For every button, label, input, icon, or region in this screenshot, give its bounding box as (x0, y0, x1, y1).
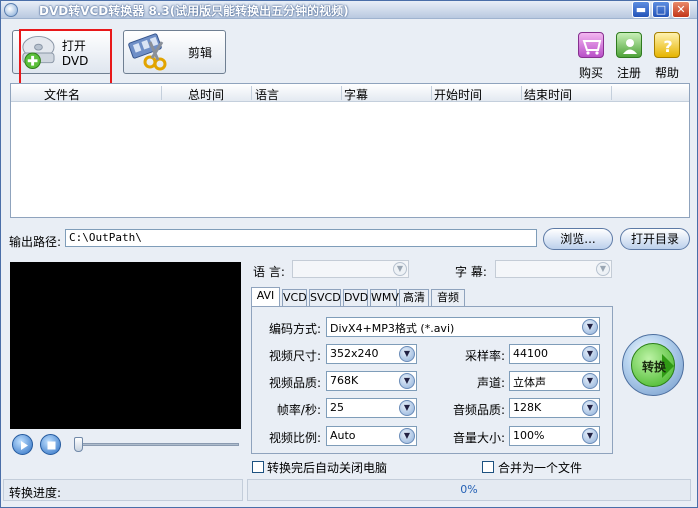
channel-label: 声道: (476, 376, 505, 390)
video-size-value: 352x240 (330, 347, 379, 360)
encoding-label: 编码方式: (268, 322, 321, 336)
chevron-down-icon: ▼ (399, 400, 415, 416)
aspect-ratio-select[interactable]: Auto ▼ (326, 426, 417, 446)
convert-arrow-icon: 转换 (631, 343, 675, 387)
seek-slider-thumb[interactable] (74, 437, 83, 452)
chevron-down-icon: ▼ (582, 319, 598, 335)
file-list[interactable]: 文件名 总时间 语言 字幕 开始时间 结束时间 (10, 83, 690, 218)
shutdown-checkbox[interactable] (252, 461, 264, 473)
video-quality-select[interactable]: 768K ▼ (326, 371, 417, 391)
chevron-down-icon: ▼ (582, 428, 598, 444)
video-quality-value: 768K (330, 374, 359, 387)
chevron-down-icon: ▼ (596, 262, 610, 276)
subtitle-label: 字 幕: (455, 265, 487, 279)
output-path-input[interactable]: C:\OutPath\ (65, 229, 537, 247)
audio-quality-label: 音频品质: (452, 403, 505, 417)
channel-select[interactable]: 立体声 ▼ (509, 371, 600, 391)
col-subtitle[interactable]: 字幕 (344, 86, 368, 103)
sample-rate-value: 44100 (513, 347, 548, 360)
chevron-down-icon: ▼ (393, 262, 407, 276)
frame-rate-label: 帧率/秒: (276, 403, 321, 417)
audio-quality-select[interactable]: 128K ▼ (509, 398, 600, 418)
play-icon (21, 441, 28, 450)
convert-label: 转换 (641, 360, 666, 374)
tab-avi[interactable]: AVI (251, 287, 280, 307)
seek-track[interactable] (81, 443, 239, 446)
col-filename[interactable]: 文件名 (44, 86, 80, 103)
convert-button[interactable]: 转换 (622, 334, 684, 396)
progress-text: 0% (460, 483, 478, 496)
play-button[interactable] (12, 434, 33, 455)
col-start-time[interactable]: 开始时间 (434, 86, 482, 103)
channel-value: 立体声 (513, 376, 546, 389)
stop-icon (47, 441, 56, 450)
aspect-ratio-label: 视频比例: (268, 431, 321, 445)
sample-rate-label: 采样率: (464, 349, 505, 363)
progress-label: 转换进度: (9, 486, 62, 500)
audio-quality-value: 128K (513, 401, 542, 414)
video-size-label: 视频尺寸: (268, 349, 321, 363)
chevron-down-icon: ▼ (399, 428, 415, 444)
app-window: DVD转VCD转换器 8.3(试用版只能转换出五分钟的视频) ▬ □ ✕ 打开D… (0, 0, 698, 508)
progress-label-panel: 转换进度: (3, 479, 243, 501)
chevron-down-icon: ▼ (399, 373, 415, 389)
chevron-down-icon: ▼ (582, 400, 598, 416)
svg-text:?: ? (663, 37, 672, 56)
video-quality-label: 视频品质: (268, 376, 321, 390)
open-directory-button[interactable]: 打开目录 (620, 228, 690, 250)
video-preview (10, 262, 241, 429)
volume-label: 音量大小: (452, 431, 505, 445)
browse-button[interactable]: 浏览... (543, 228, 613, 250)
volume-value: 100% (513, 429, 545, 442)
language-dropdown[interactable]: ▼ (292, 260, 409, 278)
volume-select[interactable]: 100% ▼ (509, 426, 600, 446)
register-icon (616, 32, 642, 58)
help-label: 帮助 (655, 66, 680, 80)
chevron-down-icon: ▼ (582, 346, 598, 362)
shutdown-label: 转换完后自动关闭电脑 (267, 461, 388, 475)
stop-button[interactable] (40, 434, 61, 455)
cart-icon (578, 32, 604, 58)
chevron-down-icon: ▼ (399, 346, 415, 362)
progress-bar: 0% (247, 479, 691, 501)
cut-label: 剪辑 (188, 45, 213, 60)
register-label: 注册 (617, 66, 642, 80)
film-scissors-icon (128, 33, 167, 71)
tab-vcd[interactable]: VCD (282, 289, 307, 306)
close-button[interactable]: ✕ (672, 1, 690, 18)
encoding-select[interactable]: DivX4+MP3格式 (*.avi) ▼ (326, 317, 600, 337)
buy-label: 购买 (579, 66, 604, 80)
file-list-header: 文件名 总时间 语言 字幕 开始时间 结束时间 (11, 84, 689, 102)
maximize-button[interactable]: □ (652, 1, 670, 18)
subtitle-dropdown[interactable]: ▼ (495, 260, 612, 278)
merge-label: 合并为一个文件 (498, 461, 583, 475)
col-total-time[interactable]: 总时间 (188, 86, 224, 103)
col-end-time[interactable]: 结束时间 (524, 86, 572, 103)
frame-rate-value: 25 (330, 401, 344, 414)
cut-button[interactable]: 剪辑 (123, 30, 226, 74)
tab-audio[interactable]: 音频 (431, 289, 465, 306)
chevron-down-icon: ▼ (582, 373, 598, 389)
language-label: 语 言: (253, 265, 285, 279)
col-language[interactable]: 语言 (255, 86, 279, 103)
app-disc-icon (4, 3, 18, 17)
video-size-select[interactable]: 352x240 ▼ (326, 344, 417, 364)
output-path-label: 输出路径: (9, 235, 62, 249)
frame-rate-select[interactable]: 25 ▼ (326, 398, 417, 418)
window-title: DVD转VCD转换器 8.3(试用版只能转换出五分钟的视频) (39, 4, 349, 18)
aspect-ratio-value: Auto (330, 429, 356, 442)
minimize-button[interactable]: ▬ (632, 1, 650, 18)
sample-rate-select[interactable]: 44100 ▼ (509, 344, 600, 364)
help-icon: ? (654, 32, 680, 58)
merge-checkbox[interactable] (482, 461, 494, 473)
tab-svcd[interactable]: SVCD (309, 289, 341, 306)
tab-wmv[interactable]: WMV (370, 289, 399, 306)
tab-dvd[interactable]: DVD (343, 289, 368, 306)
encoding-value: DivX4+MP3格式 (*.avi) (330, 322, 455, 335)
title-bar[interactable]: DVD转VCD转换器 8.3(试用版只能转换出五分钟的视频) ▬ □ ✕ (1, 1, 697, 19)
tab-hd[interactable]: 高清 (399, 289, 429, 306)
